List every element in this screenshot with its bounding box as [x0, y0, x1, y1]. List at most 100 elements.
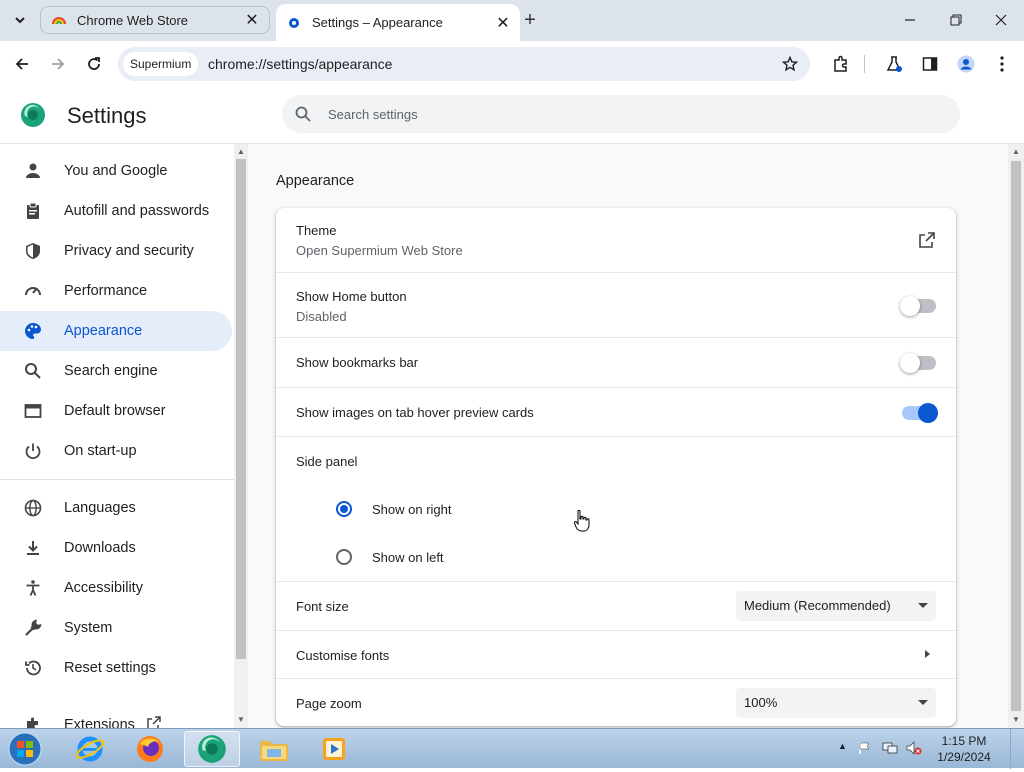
tab-strip: Chrome Web Store ✕ Settings – Appearance…: [0, 0, 1024, 41]
section-title: Appearance: [276, 173, 355, 189]
kebab-menu-icon: [1000, 56, 1004, 72]
side-panel-right-radio[interactable]: [336, 501, 352, 517]
network-icon[interactable]: [882, 741, 898, 760]
sidebar-item-label: Reset settings: [64, 660, 156, 676]
address-bar[interactable]: Supermium chrome://settings/appearance: [118, 47, 810, 81]
sidebar-item-label: Privacy and security: [64, 243, 194, 259]
scrollbar-thumb[interactable]: [236, 159, 246, 659]
tab-chrome-web-store[interactable]: Chrome Web Store ✕: [40, 6, 270, 34]
clock-time: 1:15 PM: [941, 734, 987, 748]
scroll-down-arrow-icon[interactable]: ▼: [1012, 716, 1020, 724]
labs-button[interactable]: [881, 51, 907, 77]
gauge-icon: [22, 280, 44, 302]
open-in-new-icon: [147, 716, 161, 728]
menu-button[interactable]: [989, 51, 1015, 77]
forward-button[interactable]: [45, 51, 71, 77]
sidebar-item-label: Languages: [64, 500, 136, 516]
taskbar-firefox[interactable]: [122, 731, 178, 767]
sidebar-item-autofill[interactable]: Autofill and passwords: [0, 191, 232, 231]
sidebar-item-on-startup[interactable]: On start-up: [0, 431, 232, 471]
close-window-button[interactable]: [989, 8, 1013, 32]
globe-icon: [22, 497, 44, 519]
sidebar-item-privacy[interactable]: Privacy and security: [0, 231, 232, 271]
avatar-icon: [957, 55, 975, 73]
bookmark-star-icon[interactable]: [780, 54, 800, 74]
firefox-icon: [137, 736, 163, 762]
new-tab-button[interactable]: +: [520, 9, 540, 31]
open-in-new-icon[interactable]: [918, 231, 936, 254]
home-button-row[interactable]: Show Home button Disabled: [276, 272, 956, 337]
close-icon[interactable]: ✕: [494, 14, 512, 32]
sidebar-scrollbar[interactable]: ▲ ▼: [234, 144, 248, 728]
side-panel-button[interactable]: [917, 51, 943, 77]
supermium-logo-icon: [20, 102, 46, 128]
site-chip[interactable]: Supermium: [123, 52, 199, 76]
taskbar-media-player[interactable]: [306, 731, 362, 767]
theme-row[interactable]: Theme Open Supermium Web Store: [276, 208, 956, 272]
scroll-up-arrow-icon[interactable]: ▲: [1012, 148, 1020, 156]
tab-search-button[interactable]: [8, 8, 32, 32]
minimize-button[interactable]: [898, 8, 922, 32]
customise-fonts-row[interactable]: Customise fonts: [276, 630, 956, 678]
side-panel-right-label[interactable]: Show on right: [372, 502, 452, 517]
bookmarks-bar-row[interactable]: Show bookmarks bar: [276, 337, 956, 387]
home-button-toggle[interactable]: [900, 296, 936, 316]
main-scrollbar[interactable]: ▲ ▼: [1008, 144, 1024, 728]
search-input[interactable]: [326, 104, 926, 124]
scroll-up-arrow-icon[interactable]: ▲: [237, 148, 245, 156]
profile-button[interactable]: [953, 51, 979, 77]
sidebar-item-languages[interactable]: Languages: [0, 488, 232, 528]
taskbar-file-explorer[interactable]: [246, 731, 302, 767]
side-panel-left-label[interactable]: Show on left: [372, 550, 444, 565]
page-zoom-select[interactable]: 100%: [736, 688, 936, 718]
taskbar-internet-explorer[interactable]: [62, 731, 118, 767]
show-hidden-icons-arrow-icon[interactable]: ▲: [838, 741, 847, 751]
sidebar-item-appearance[interactable]: Appearance: [0, 311, 232, 351]
sidebar: You and Google Autofill and passwords Pr…: [0, 144, 234, 728]
clipboard-icon: [22, 200, 44, 222]
tab-settings-appearance[interactable]: Settings – Appearance ✕: [276, 4, 520, 41]
internet-explorer-icon: [75, 736, 105, 762]
side-panel-left-radio[interactable]: [336, 549, 352, 565]
sidebar-item-downloads[interactable]: Downloads: [0, 528, 232, 568]
arrow-left-icon: [15, 58, 28, 70]
sidebar-item-accessibility[interactable]: Accessibility: [0, 568, 232, 608]
sidebar-item-performance[interactable]: Performance: [0, 271, 232, 311]
taskbar: ▲ 1:15 PM 1/29/2024: [0, 728, 1024, 769]
show-desktop-button[interactable]: [1010, 729, 1024, 769]
gear-icon: [286, 15, 302, 31]
sidebar-item-label: Extensions: [64, 717, 135, 728]
tab-hover-images-row[interactable]: Show images on tab hover preview cards: [276, 387, 956, 436]
sidebar-item-reset-settings[interactable]: Reset settings: [0, 648, 232, 688]
volume-muted-icon[interactable]: [906, 741, 922, 760]
scrollbar-thumb[interactable]: [1011, 161, 1021, 711]
sidebar-item-system[interactable]: System: [0, 608, 232, 648]
flag-icon[interactable]: [858, 741, 872, 760]
tab-hover-images-label: Show images on tab hover preview cards: [296, 405, 534, 420]
settings-search[interactable]: [282, 95, 960, 133]
side-panel-icon: [922, 57, 938, 71]
toggle-knob: [900, 296, 920, 316]
scroll-down-arrow-icon[interactable]: ▼: [237, 716, 245, 724]
font-size-row: Font size Medium (Recommended): [276, 581, 956, 630]
restore-button[interactable]: [944, 8, 968, 32]
tab-hover-images-toggle[interactable]: [902, 403, 938, 423]
sidebar-item-you-and-google[interactable]: You and Google: [0, 151, 232, 191]
supermium-logo-icon: [198, 735, 226, 763]
reload-button[interactable]: [81, 51, 107, 77]
start-button[interactable]: [6, 731, 44, 767]
rainbow-store-icon: [51, 12, 67, 28]
sidebar-item-extensions[interactable]: Extensions: [0, 705, 232, 728]
taskbar-clock[interactable]: 1:15 PM 1/29/2024: [934, 733, 994, 765]
font-size-select[interactable]: Medium (Recommended): [736, 591, 936, 621]
sidebar-item-label: Search engine: [64, 363, 158, 379]
back-button[interactable]: [9, 51, 35, 77]
sidebar-item-default-browser[interactable]: Default browser: [0, 391, 232, 431]
close-icon[interactable]: ✕: [243, 11, 261, 29]
sidebar-item-search-engine[interactable]: Search engine: [0, 351, 232, 391]
url-text[interactable]: chrome://settings/appearance: [208, 56, 392, 72]
search-icon: [22, 360, 44, 382]
bookmarks-bar-toggle[interactable]: [900, 353, 936, 373]
extensions-button[interactable]: [828, 51, 854, 77]
taskbar-supermium[interactable]: [184, 731, 240, 767]
